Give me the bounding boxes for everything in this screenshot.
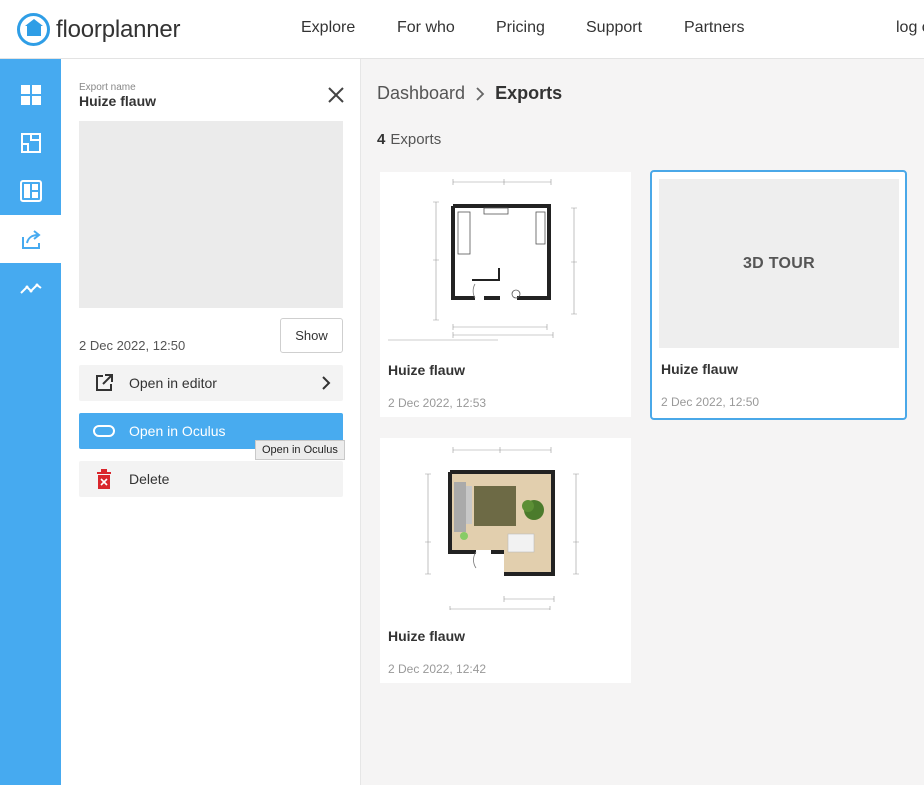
- export-card-selected[interactable]: 3D TOUR Huize flauw 2 Dec 2022, 12:50: [650, 170, 907, 420]
- nav-login[interactable]: log o: [896, 19, 924, 37]
- floorplan-thumbnail: [380, 172, 631, 344]
- floorplanner-logo[interactable]: floorplanner: [17, 13, 181, 46]
- sidebar-rail: [0, 59, 61, 785]
- dashboard-icon: [20, 85, 41, 105]
- breadcrumb-chevron-icon: [475, 86, 485, 101]
- exports-icon: [21, 230, 41, 249]
- logo-house-icon: [17, 13, 50, 46]
- nav-pricing[interactable]: Pricing: [496, 19, 545, 37]
- export-date: 2 Dec 2022, 12:50: [79, 338, 186, 353]
- oculus-tooltip: Open in Oculus: [255, 440, 345, 460]
- open-in-oculus-label: Open in Oculus: [129, 423, 226, 439]
- card-date: 2 Dec 2022, 12:42: [388, 662, 487, 676]
- nav-for-who[interactable]: For who: [397, 19, 455, 37]
- nav-support[interactable]: Support: [586, 19, 642, 37]
- floorplan-color-thumbnail: [380, 438, 631, 610]
- analytics-icon: [19, 283, 42, 294]
- card-date: 2 Dec 2022, 12:50: [661, 395, 760, 409]
- exports-count: 4 Exports: [377, 131, 441, 148]
- delete-label: Delete: [129, 471, 170, 487]
- card-title: Huize flauw: [388, 628, 466, 644]
- exports-count-label: Exports: [390, 131, 442, 148]
- card-title: Huize flauw: [388, 362, 466, 378]
- export-name-value: Huize flauw: [79, 93, 157, 109]
- breadcrumb-exports: Exports: [495, 83, 563, 103]
- open-in-editor-button[interactable]: Open in editor: [79, 365, 343, 401]
- rail-item-analytics[interactable]: [0, 263, 61, 311]
- rail-item-exports[interactable]: [0, 215, 61, 263]
- nav-explore[interactable]: Explore: [301, 19, 355, 37]
- export-name-label: Export name: [79, 82, 136, 93]
- delete-button[interactable]: Delete: [79, 461, 343, 497]
- card-date: 2 Dec 2022, 12:53: [388, 396, 487, 410]
- open-in-editor-label: Open in editor: [129, 375, 217, 391]
- card-title: Huize flauw: [661, 361, 739, 377]
- export-detail-panel: Export name Huize flauw 2 Dec 2022, 12:5…: [61, 59, 361, 785]
- export-card[interactable]: Huize flauw 2 Dec 2022, 12:42: [380, 438, 631, 683]
- external-link-icon: [79, 373, 129, 393]
- export-card[interactable]: Huize flauw 2 Dec 2022, 12:53: [380, 172, 631, 417]
- exports-count-number: 4: [377, 131, 386, 148]
- close-icon: [328, 87, 344, 103]
- rail-item-floorplans[interactable]: [0, 119, 61, 167]
- close-panel-button[interactable]: [326, 85, 346, 105]
- nav-partners[interactable]: Partners: [684, 19, 744, 37]
- export-preview: [79, 121, 343, 308]
- rail-item-layouts[interactable]: [0, 167, 61, 215]
- trash-icon: [79, 469, 129, 489]
- breadcrumb: Dashboard Exports: [377, 83, 562, 104]
- rail-item-dashboard[interactable]: [0, 71, 61, 119]
- chevron-right-icon: [321, 375, 331, 394]
- floorplan-icon: [20, 133, 41, 153]
- logo-text: floorplanner: [56, 15, 181, 43]
- 3d-tour-thumbnail: 3D TOUR: [659, 179, 899, 348]
- oculus-icon: [79, 425, 129, 437]
- layout-icon: [19, 180, 42, 202]
- show-button[interactable]: Show: [280, 318, 343, 353]
- breadcrumb-dashboard[interactable]: Dashboard: [377, 83, 465, 104]
- top-navbar: floorplanner Explore For who Pricing Sup…: [0, 0, 924, 59]
